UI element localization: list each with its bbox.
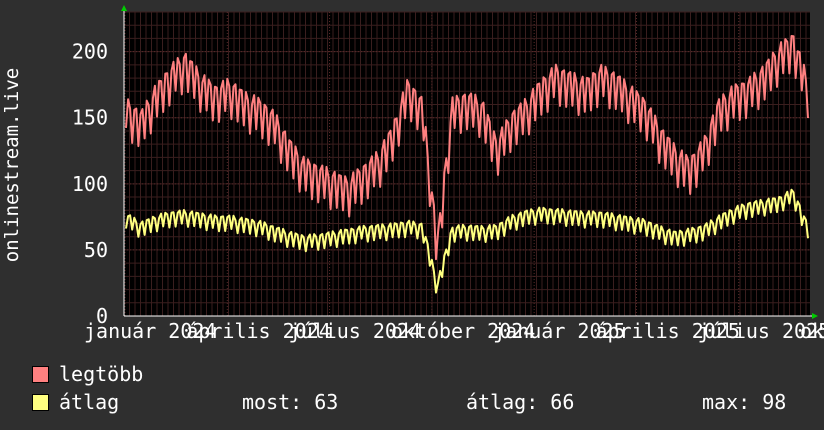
y-axis-label: onlinestream.live [1,68,23,262]
legend-label-max: legtöbb [59,362,144,386]
line-chart: 050100150200január 2024április 2024júliu… [1,5,824,343]
y-axis-arrow [121,5,127,11]
stat-maximum: max: 98 [702,390,787,414]
y-tick-label: 200 [72,40,108,64]
legend-swatch-avg [32,393,49,411]
stat-average: átlag: 66 [466,390,575,414]
legend-label-avg: átlag [59,390,120,414]
y-tick-label: 50 [84,238,108,262]
stat-current: most: 63 [242,390,339,414]
legend-swatch-max [32,365,49,383]
legend-item-avg: átlag [32,390,119,414]
x-tick-label: október 2025 [800,319,824,343]
legend-item-max: legtöbb [32,362,143,386]
chart-root: 0 50 100 150 200 január 2024 április 2024 júliu… [0,0,824,430]
y-tick-label: 100 [72,172,108,196]
y-tick-label: 150 [72,106,108,130]
